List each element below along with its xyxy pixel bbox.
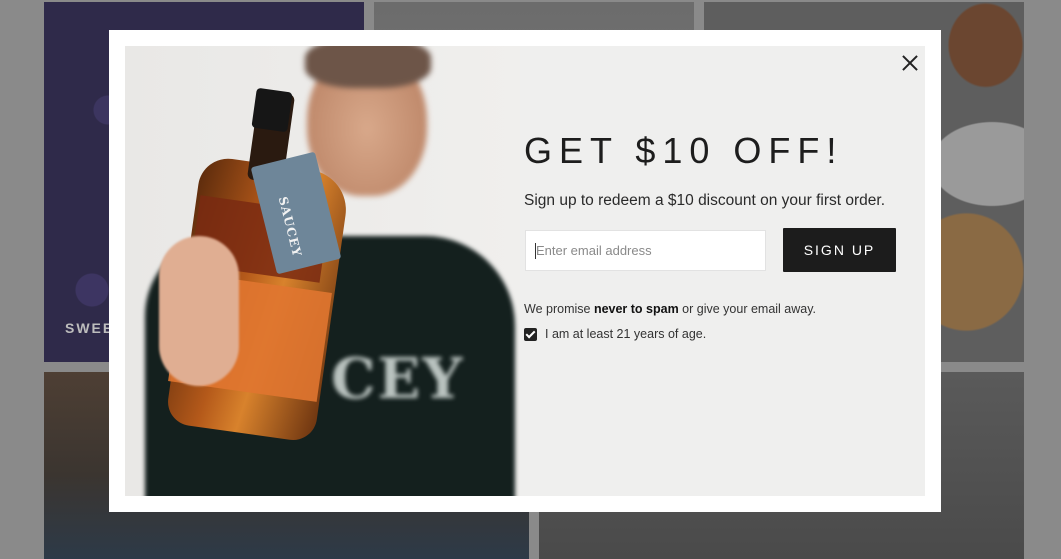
email-field[interactable] — [525, 230, 766, 271]
hand-shape — [159, 236, 239, 386]
tile-label: SWEE — [65, 320, 115, 336]
signup-button[interactable]: SIGN UP — [783, 228, 896, 272]
no-spam-note: We promise never to spam or give your em… — [524, 302, 816, 316]
modal-headline: GET $10 OFF! — [524, 130, 844, 171]
no-spam-suffix: or give your email away. — [678, 302, 817, 316]
no-spam-bold: never to spam — [593, 302, 679, 316]
close-icon[interactable] — [899, 52, 921, 74]
age-checkbox[interactable] — [524, 327, 537, 341]
age-confirmation: I am at least 21 years of age. — [524, 327, 706, 341]
bottle-cap — [251, 87, 293, 133]
signup-modal: CEY SAUCEY GET $10 OFF! Sign up to redee… — [109, 30, 941, 512]
shirt-print: CEY — [331, 346, 465, 412]
modal-subline: Sign up to redeem a $10 discount on your… — [524, 192, 886, 209]
age-checkbox-label[interactable]: I am at least 21 years of age. — [545, 327, 706, 341]
text-caret — [535, 243, 536, 259]
no-spam-prefix: We promise — [524, 302, 594, 316]
promo-photo: CEY SAUCEY — [125, 46, 520, 496]
modal-content: CEY SAUCEY GET $10 OFF! Sign up to redee… — [125, 46, 925, 496]
person-hair-shape — [305, 46, 431, 88]
